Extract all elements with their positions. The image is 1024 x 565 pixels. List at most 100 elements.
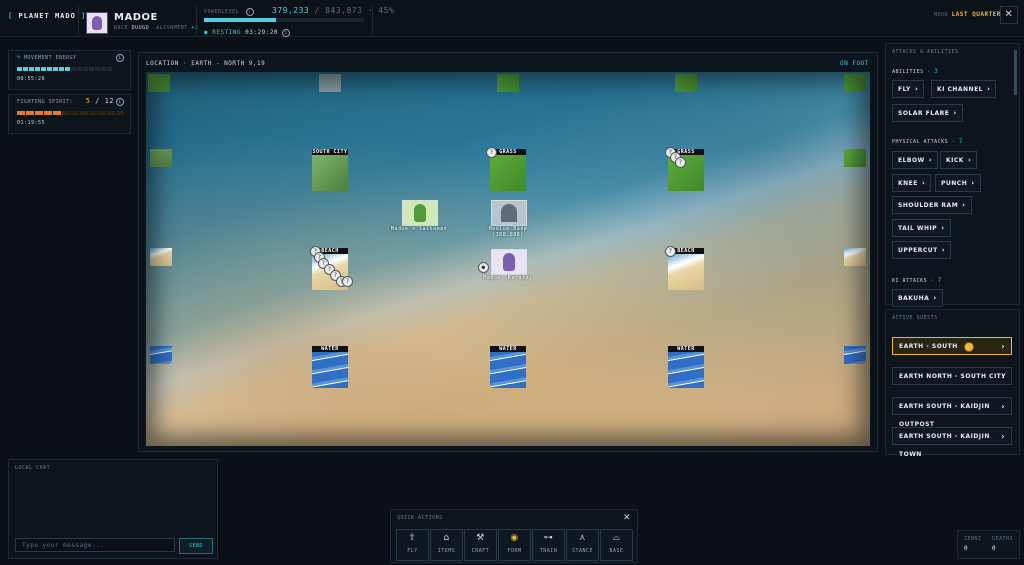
deaths-value: 0 bbox=[992, 545, 997, 552]
spirit-segment bbox=[98, 111, 106, 115]
arrow-up-icon: ⇧ bbox=[408, 533, 417, 543]
fighting-spirit-bar bbox=[17, 110, 125, 117]
quest-kaidjin-town[interactable]: EARTH SOUTH - KAIDJIN TOWN › bbox=[892, 427, 1012, 458]
fighting-title: FIGHTING SPIRIT: bbox=[17, 99, 74, 105]
quick-form-button[interactable]: ◉ FORM bbox=[498, 529, 531, 561]
energy-segment bbox=[101, 67, 106, 71]
ability-ki-channel-button[interactable]: KI CHANNEL › bbox=[931, 80, 997, 98]
player-meta: RACE DUUGO ALIGNMENT +3 bbox=[114, 25, 199, 31]
dome-icon: ⌓ bbox=[612, 533, 621, 543]
attack-knee-button[interactable]: KNEE › bbox=[892, 174, 932, 192]
movement-title: ϟ MOVEMENT ENERGY bbox=[17, 55, 77, 61]
fighting-spirit-panel: FIGHTING SPIRIT: 5 / 12 i 01:19:55 bbox=[8, 94, 131, 134]
info-icon[interactable]: i bbox=[245, 8, 254, 16]
spirit-segment bbox=[62, 111, 70, 115]
quick-actions-title: QUICK ACTIONS bbox=[397, 515, 443, 521]
quest-earth-south[interactable]: EARTH - SOUTH › bbox=[892, 337, 1012, 355]
close-button[interactable]: ✕ bbox=[1000, 6, 1018, 24]
bag-icon: ⌂ bbox=[443, 533, 450, 543]
quick-stance-button[interactable]: ⋏ STANCE bbox=[566, 529, 599, 561]
chat-title: LOCAL CHAT bbox=[15, 465, 51, 471]
attack-punch-button[interactable]: PUNCH › bbox=[935, 174, 981, 192]
energy-segment bbox=[29, 67, 34, 71]
quick-fly-button[interactable]: ⇧ FLY bbox=[396, 529, 429, 561]
map-view[interactable]: SOUTH CITY GRASS GRASS BEACH BEACH WATER… bbox=[146, 72, 870, 446]
send-button[interactable]: SEND bbox=[179, 538, 213, 554]
spirit-segment bbox=[71, 111, 79, 115]
aura-icon: ◉ bbox=[510, 533, 519, 543]
spirit-segment bbox=[17, 111, 25, 115]
quick-train-button[interactable]: ⊶ TRAIN bbox=[532, 529, 565, 561]
ability-solar-flare-button[interactable]: SOLAR FLARE › bbox=[892, 104, 963, 122]
powerlevel-bar bbox=[204, 18, 364, 22]
dumbbell-icon: ⊶ bbox=[543, 533, 554, 543]
quick-actions-panel: QUICK ACTIONS ✕ ⇧ FLY ⌂ ITEMS ⚒ CRAFT ◉ FORM… bbox=[390, 509, 638, 563]
moon-phase: MOON LAST QUARTER bbox=[934, 11, 1001, 18]
energy-segment bbox=[23, 67, 28, 71]
spirit-segment bbox=[107, 111, 115, 115]
movement-energy-panel: ϟ MOVEMENT ENERGY i 00:55:26 bbox=[8, 50, 131, 90]
close-icon[interactable]: ✕ bbox=[623, 513, 631, 523]
fighting-count: 5 / 12 bbox=[85, 97, 114, 105]
energy-segment bbox=[41, 67, 46, 71]
energy-segment bbox=[17, 67, 22, 71]
brand-logo: [ PLANET MADO ] bbox=[8, 12, 87, 20]
energy-segment bbox=[107, 67, 112, 71]
quest-kaidjin-outpost[interactable]: EARTH SOUTH - KAIDJIN OUTPOST › bbox=[892, 397, 1012, 428]
resting-status: ● RESTING 03:29:20 i bbox=[204, 29, 291, 37]
chat-input[interactable]: Type your message... bbox=[15, 538, 175, 552]
spirit-segment bbox=[53, 111, 61, 115]
energy-segment bbox=[65, 67, 70, 71]
avatar[interactable] bbox=[86, 12, 108, 34]
divider bbox=[372, 6, 373, 34]
quick-base-button[interactable]: ⌓ BASE bbox=[600, 529, 633, 561]
coin-icon bbox=[963, 341, 974, 352]
fighting-timer: 01:19:55 bbox=[17, 120, 46, 126]
movement-timer: 00:55:26 bbox=[17, 76, 46, 82]
info-icon[interactable]: i bbox=[282, 29, 291, 37]
lightning-icon: ϟ bbox=[17, 55, 21, 61]
quest-south-city[interactable]: EARTH NORTH - SOUTH CITY › bbox=[892, 367, 1012, 385]
energy-segment bbox=[83, 67, 88, 71]
energy-segment bbox=[89, 67, 94, 71]
chat-panel: LOCAL CHAT Type your message... SEND bbox=[8, 459, 218, 559]
divider bbox=[196, 6, 197, 34]
powerlevel-label: POWERLEVEL i bbox=[204, 8, 254, 16]
movement-energy-bar bbox=[17, 66, 113, 73]
ability-fly-button[interactable]: FLY › bbox=[892, 80, 925, 98]
divider bbox=[78, 6, 79, 34]
quick-items-button[interactable]: ⌂ ITEMS bbox=[430, 529, 463, 561]
energy-segment bbox=[35, 67, 40, 71]
spirit-segment bbox=[26, 111, 34, 115]
attack-shoulder-ram-button[interactable]: SHOULDER RAM › bbox=[892, 196, 972, 214]
quests-panel: ACTIVE QUESTS EARTH - SOUTH › EARTH NORTH… bbox=[885, 309, 1020, 458]
energy-segment bbox=[47, 67, 52, 71]
info-icon[interactable]: i bbox=[116, 54, 124, 62]
attack-elbow-button[interactable]: ELBOW › bbox=[892, 151, 939, 169]
deaths-label: DEATHS bbox=[992, 536, 1014, 542]
stance-icon: ⋏ bbox=[578, 533, 587, 543]
player-name: MADOE bbox=[114, 12, 158, 23]
abilities-heading: ABILITIES · 3 bbox=[892, 68, 939, 75]
stats-panel: ZENNI 0 DEATHS 0 bbox=[957, 530, 1020, 559]
spirit-segment bbox=[89, 111, 97, 115]
travel-mode: ON FOOT bbox=[840, 60, 869, 67]
attack-tail-whip-button[interactable]: TAIL WHIP › bbox=[892, 219, 951, 237]
powerlevel-value: 379,233 / 843,873 · 45% bbox=[272, 6, 395, 15]
ki-heading: KI ATTACKS · 7 bbox=[892, 277, 942, 284]
attack-uppercut-button[interactable]: UPPERCUT › bbox=[892, 241, 952, 259]
scrollbar[interactable] bbox=[1014, 50, 1017, 95]
abilities-panel: ATTACKS & ABILITIES ABILITIES · 3 FLY › K… bbox=[885, 43, 1020, 307]
attack-kick-button[interactable]: KICK › bbox=[940, 151, 978, 169]
info-icon[interactable]: i bbox=[116, 98, 124, 106]
map-location: LOCATION · EARTH - NORTH 9,19 bbox=[146, 60, 266, 67]
quests-title: ACTIVE QUESTS bbox=[892, 315, 938, 321]
energy-segment bbox=[53, 67, 58, 71]
spirit-segment bbox=[116, 111, 124, 115]
attack-bakuha-button[interactable]: BAKUHA › bbox=[892, 289, 943, 307]
quick-craft-button[interactable]: ⚒ CRAFT bbox=[464, 529, 497, 561]
zenni-value: 0 bbox=[964, 545, 969, 552]
energy-segment bbox=[71, 67, 76, 71]
spirit-segment bbox=[80, 111, 88, 115]
hammer-icon: ⚒ bbox=[476, 533, 485, 543]
